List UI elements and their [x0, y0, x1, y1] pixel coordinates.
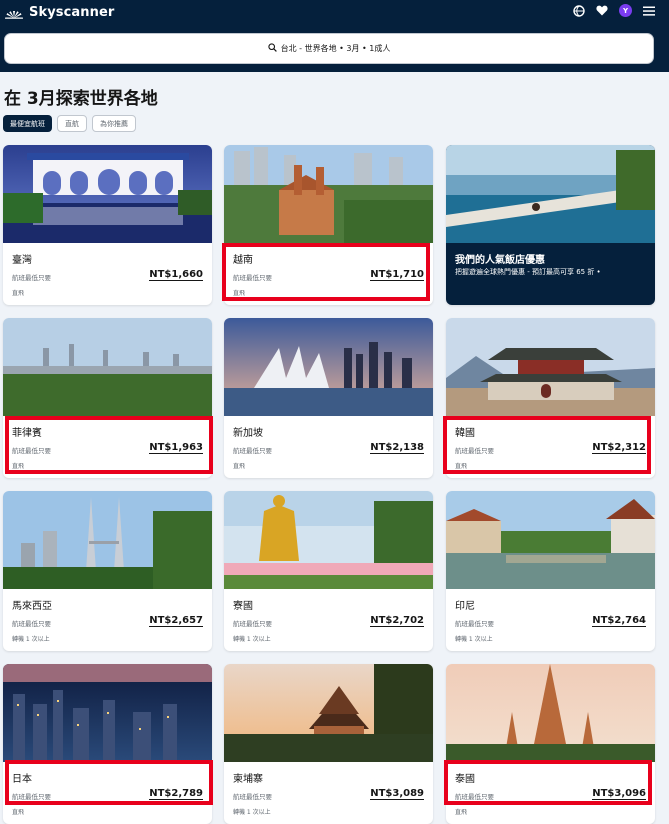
destination-card-malaysia[interactable]: 馬來西亞 航班最低只要 NT$2,657 轉機 1 次以上: [3, 491, 212, 651]
flight-note: 轉機 1 次以上: [12, 636, 50, 643]
price-caption: 航班最低只要: [12, 274, 51, 282]
destination-card-korea[interactable]: 韓國 航班最低只要 NT$2,312 直飛: [446, 318, 655, 478]
price-caption: 航班最低只要: [233, 447, 272, 455]
flight-note: 直飛: [12, 463, 25, 470]
price-link[interactable]: NT$3,096: [592, 788, 646, 800]
destination-card-vietnam[interactable]: 越南 航班最低只要 NT$1,710 直飛: [224, 145, 433, 305]
flight-note: 直飛: [233, 290, 246, 297]
malaysia-image: [3, 491, 212, 589]
price-link[interactable]: NT$1,963: [149, 442, 203, 454]
price-link[interactable]: NT$2,789: [149, 788, 203, 800]
destination-card-laos[interactable]: 寮國 航班最低只要 NT$2,702 轉機 1 次以上: [224, 491, 433, 651]
search-summary-text: 台北 - 世界各地 • 3月 • 1成人: [280, 44, 391, 53]
heart-icon[interactable]: [596, 5, 608, 16]
page-title: 在 3月探索世界各地: [4, 89, 158, 109]
flight-note: 轉機 1 次以上: [233, 636, 271, 643]
taiwan-image: [3, 145, 212, 243]
laos-image: [224, 491, 433, 589]
price-link[interactable]: NT$2,312: [592, 442, 646, 454]
price-link[interactable]: NT$3,089: [370, 788, 424, 800]
destination-name: 寮國: [233, 601, 253, 612]
sunburst-logo-icon: [5, 10, 23, 19]
vietnam-image: [224, 145, 433, 243]
price-link[interactable]: NT$1,710: [370, 269, 424, 281]
destination-name: 越南: [233, 255, 253, 266]
promo-description: 把握遊遍全球熱門優惠 - 預訂最高可享 65 折 •: [455, 268, 601, 276]
menu-icon[interactable]: [643, 6, 655, 16]
indonesia-image: [446, 491, 655, 589]
destination-card-indonesia[interactable]: 印尼 航班最低只要 NT$2,764 轉機 1 次以上: [446, 491, 655, 651]
price-caption: 航班最低只要: [455, 793, 494, 801]
destination-grid: 臺灣 航班最低只要 NT$1,660 直飛 越南 航班最低只要 NT$1,710…: [3, 145, 655, 824]
globe-icon[interactable]: [573, 4, 585, 17]
flight-note: 直飛: [233, 463, 246, 470]
destination-card-singapore[interactable]: 新加坡 航班最低只要 NT$2,138 直飛: [224, 318, 433, 478]
price-link[interactable]: NT$2,764: [592, 615, 646, 627]
logo-text: Skyscanner: [29, 4, 115, 20]
destination-name: 韓國: [455, 428, 475, 439]
destination-name: 印尼: [455, 601, 475, 612]
filter-cheapest[interactable]: 最便宜航班: [3, 115, 52, 132]
search-summary-bar[interactable]: 台北 - 世界各地 • 3月 • 1成人: [4, 33, 654, 64]
destination-name: 菲律賓: [12, 428, 42, 439]
skyscanner-logo[interactable]: Skyscanner: [4, 3, 114, 21]
price-caption: 航班最低只要: [12, 447, 51, 455]
destination-card-philippines[interactable]: 菲律賓 航班最低只要 NT$1,963 直飛: [3, 318, 212, 478]
flight-note: 直飛: [12, 809, 25, 816]
price-link[interactable]: NT$2,657: [149, 615, 203, 627]
price-caption: 航班最低只要: [233, 793, 272, 801]
filter-chips: 最便宜航班 直航 為你推薦: [3, 115, 136, 132]
singapore-image: [224, 318, 433, 416]
flight-note: 轉機 1 次以上: [233, 809, 271, 816]
destination-name: 柬埔寨: [233, 774, 263, 785]
thailand-image: [446, 664, 655, 762]
hotel-pool-image: [446, 145, 655, 243]
hotel-deals-card[interactable]: 我們的人氣飯店優惠 把握遊遍全球熱門優惠 - 預訂最高可享 65 折 •: [446, 145, 655, 305]
search-icon: [267, 43, 277, 54]
price-caption: 航班最低只要: [12, 793, 51, 801]
destination-card-japan[interactable]: 日本 航班最低只要 NT$2,789 直飛: [3, 664, 212, 824]
flight-note: 直飛: [12, 290, 25, 297]
destination-name: 日本: [12, 774, 32, 785]
price-caption: 航班最低只要: [455, 447, 494, 455]
price-link[interactable]: NT$2,702: [370, 615, 424, 627]
destination-name: 泰國: [455, 774, 475, 785]
price-link[interactable]: NT$2,138: [370, 442, 424, 454]
destination-card-thailand[interactable]: 泰國 航班最低只要 NT$3,096 直飛: [446, 664, 655, 824]
promo-title: 我們的人氣飯店優惠: [455, 255, 545, 266]
price-caption: 航班最低只要: [455, 620, 494, 628]
filter-recommended[interactable]: 為你推薦: [92, 115, 136, 132]
price-caption: 航班最低只要: [233, 620, 272, 628]
cambodia-image: [224, 664, 433, 762]
top-bar: Skyscanner Y 台北 - 世界各地 • 3月 • 1成人: [0, 0, 669, 72]
destination-card-taiwan[interactable]: 臺灣 航班最低只要 NT$1,660 直飛: [3, 145, 212, 305]
flight-note: 轉機 1 次以上: [455, 636, 493, 643]
destination-card-cambodia[interactable]: 柬埔寨 航班最低只要 NT$3,089 轉機 1 次以上: [224, 664, 433, 824]
price-caption: 航班最低只要: [233, 274, 272, 282]
destination-name: 臺灣: [12, 255, 32, 266]
japan-image: [3, 664, 212, 762]
price-link[interactable]: NT$1,660: [149, 269, 203, 281]
avatar[interactable]: Y: [619, 4, 632, 17]
flight-note: 直飛: [455, 463, 468, 470]
destination-name: 馬來西亞: [12, 601, 52, 612]
filter-direct[interactable]: 直航: [57, 115, 87, 132]
flight-note: 直飛: [455, 809, 468, 816]
destination-name: 新加坡: [233, 428, 263, 439]
philippines-image: [3, 318, 212, 416]
price-caption: 航班最低只要: [12, 620, 51, 628]
korea-image: [446, 318, 655, 416]
